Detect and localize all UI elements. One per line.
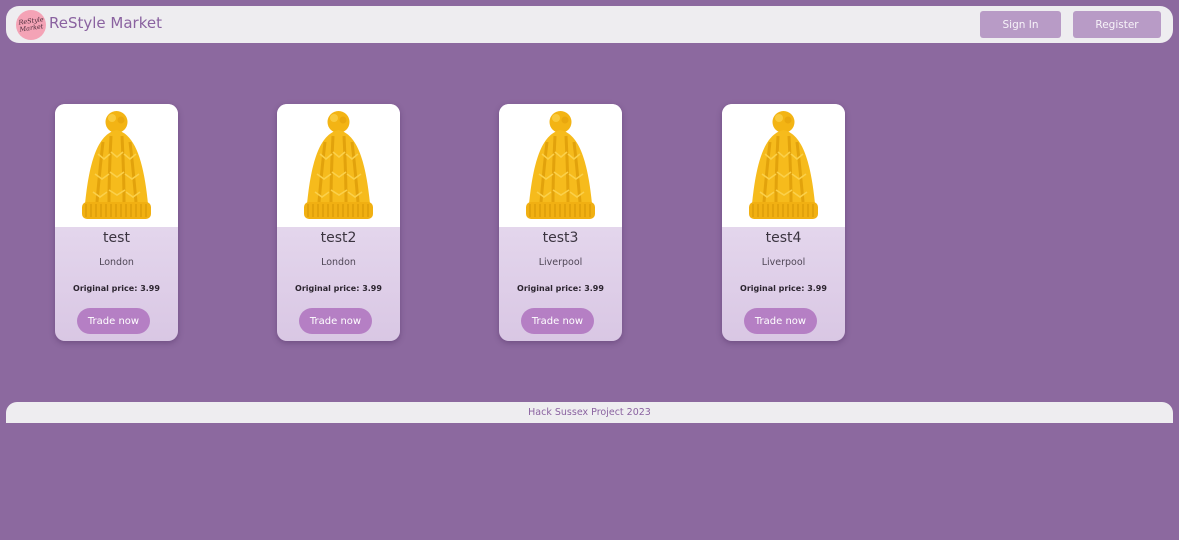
listing-city: London xyxy=(321,257,356,268)
listing-title: test3 xyxy=(542,230,579,246)
price-label: Original price: xyxy=(517,284,582,293)
listing-title: test xyxy=(103,230,130,246)
footer: Hack Sussex Project 2023 xyxy=(6,402,1173,423)
trade-now-button[interactable]: Trade now xyxy=(299,308,372,334)
listing-price: Original price: 3.99 xyxy=(277,284,400,293)
price-label: Original price: xyxy=(295,284,360,293)
listing-card[interactable]: test4 Liverpool Original price: 3.99 Tra… xyxy=(722,104,845,341)
beanie-hat-image xyxy=(499,104,622,227)
sign-in-button[interactable]: Sign In xyxy=(980,11,1061,38)
logo-icon[interactable]: ReStyle Market xyxy=(16,10,46,40)
price-value: 3.99 xyxy=(362,284,382,293)
listing-card[interactable]: test3 Liverpool Original price: 3.99 Tra… xyxy=(499,104,622,341)
beanie-hat-image xyxy=(55,104,178,227)
trade-now-button[interactable]: Trade now xyxy=(77,308,150,334)
price-label: Original price: xyxy=(740,284,805,293)
beanie-hat-image xyxy=(277,104,400,227)
footer-text: Hack Sussex Project 2023 xyxy=(528,407,651,418)
listing-city: Liverpool xyxy=(538,257,583,268)
trade-now-button[interactable]: Trade now xyxy=(744,308,817,334)
price-value: 3.99 xyxy=(584,284,604,293)
price-value: 3.99 xyxy=(807,284,827,293)
listing-city: Liverpool xyxy=(761,257,806,268)
listing-price: Original price: 3.99 xyxy=(499,284,622,293)
register-button[interactable]: Register xyxy=(1073,11,1161,38)
price-value: 3.99 xyxy=(140,284,160,293)
listing-card[interactable]: test London Original price: 3.99 Trade n… xyxy=(55,104,178,341)
listing-city: London xyxy=(99,257,134,268)
listing-title: test2 xyxy=(320,230,357,246)
price-label: Original price: xyxy=(73,284,138,293)
listing-price: Original price: 3.99 xyxy=(55,284,178,293)
trade-now-button[interactable]: Trade now xyxy=(521,308,594,334)
listing-price: Original price: 3.99 xyxy=(722,284,845,293)
brand-title[interactable]: ReStyle Market xyxy=(49,14,162,32)
listing-card[interactable]: test2 London Original price: 3.99 Trade … xyxy=(277,104,400,341)
navbar: ReStyle Market ReStyle Market Sign In Reg… xyxy=(6,6,1173,43)
listing-title: test4 xyxy=(765,230,802,246)
beanie-hat-image xyxy=(722,104,845,227)
